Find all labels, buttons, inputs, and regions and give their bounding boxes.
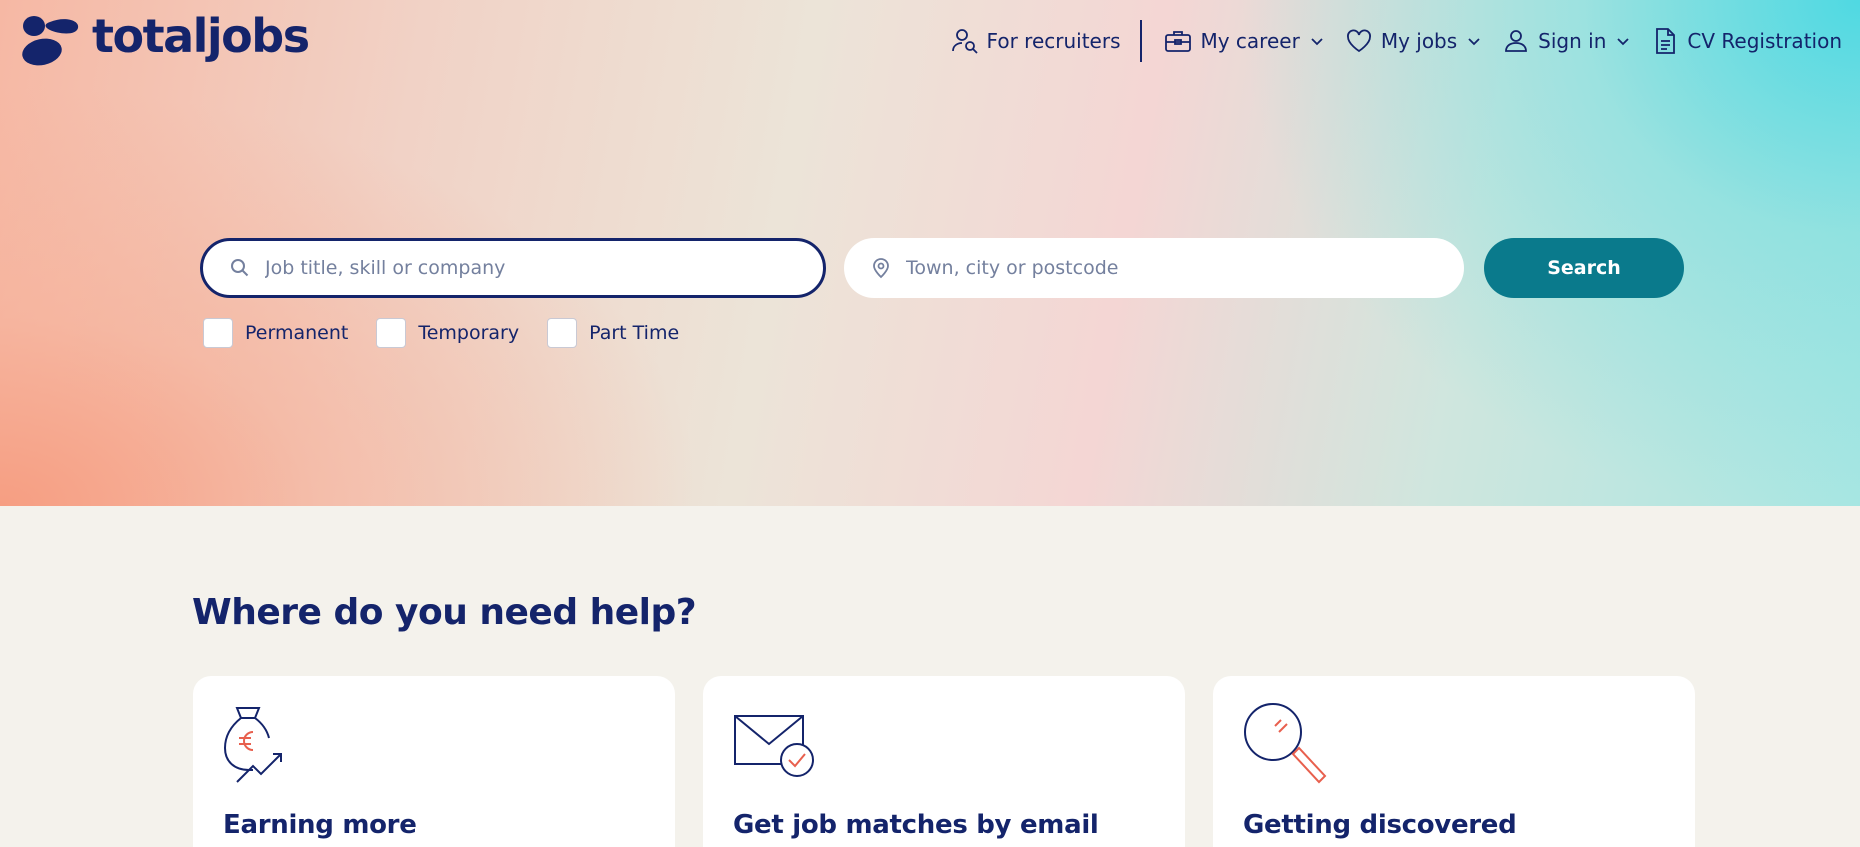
nav-label: Sign in [1538, 29, 1607, 53]
help-card-getting-discovered[interactable]: Getting discovered [1213, 676, 1695, 847]
magnifier-icon [1244, 703, 1327, 784]
checkbox-label: Permanent [245, 322, 349, 344]
filter-temporary[interactable]: Temporary [376, 318, 519, 348]
search-icon [231, 259, 249, 277]
filter-permanent[interactable]: Permanent [203, 318, 348, 348]
heart-icon [1346, 29, 1371, 53]
checkbox[interactable] [203, 318, 233, 348]
nav-sign-in[interactable]: Sign in [1492, 20, 1641, 62]
keyword-field[interactable] [200, 238, 826, 298]
checkbox-label: Part Time [589, 322, 680, 344]
job-search-form: Search [200, 238, 1684, 298]
money-bag-icon [223, 707, 282, 783]
help-card-job-matches[interactable]: Get job matches by email [703, 676, 1185, 847]
nav-my-career[interactable]: My career [1154, 20, 1334, 62]
logo-mark-icon [22, 16, 79, 66]
card-title: Earning more [223, 810, 417, 840]
nav-label: For recruiters [986, 29, 1121, 53]
logo-wordmark: totaljobs [92, 9, 310, 63]
recruiter-search-icon [951, 29, 978, 54]
nav-divider [1140, 20, 1143, 62]
location-pin-icon [873, 258, 889, 279]
envelope-check-icon [734, 715, 814, 777]
keyword-input[interactable] [265, 257, 741, 279]
site-logo[interactable]: totaljobs [20, 9, 310, 68]
checkbox-label: Temporary [418, 322, 520, 344]
location-input[interactable] [906, 257, 1382, 279]
nav-cv-registration[interactable]: CV Registration [1641, 20, 1852, 62]
briefcase-icon [1165, 31, 1192, 52]
job-type-filters: Permanent Temporary Part Time [203, 318, 707, 348]
nav-label: CV Registration [1687, 29, 1842, 53]
card-title: Get job matches by email [733, 810, 1099, 840]
top-navigation: For recruiters My career My jobs Sign in [941, 20, 1852, 62]
help-card-earning-more[interactable]: Earning more [193, 676, 675, 847]
filter-part-time[interactable]: Part Time [547, 318, 679, 348]
search-button[interactable]: Search [1484, 238, 1684, 298]
nav-my-jobs[interactable]: My jobs [1335, 20, 1492, 62]
chevron-down-icon [1468, 38, 1480, 46]
nav-label: My career [1200, 29, 1300, 53]
hero-banner: totaljobs For recruiters My career My jo… [0, 0, 1860, 506]
nav-label: My jobs [1380, 29, 1458, 53]
help-section-title: Where do you need help? [192, 592, 697, 633]
location-field[interactable] [844, 238, 1464, 298]
chevron-down-icon [1311, 38, 1323, 46]
checkbox[interactable] [376, 318, 407, 348]
document-icon [1656, 28, 1676, 54]
chevron-down-icon [1617, 38, 1630, 46]
user-icon [1505, 30, 1528, 52]
checkbox[interactable] [547, 318, 578, 348]
card-title: Getting discovered [1243, 810, 1517, 840]
nav-for-recruiters[interactable]: For recruiters [941, 20, 1131, 62]
